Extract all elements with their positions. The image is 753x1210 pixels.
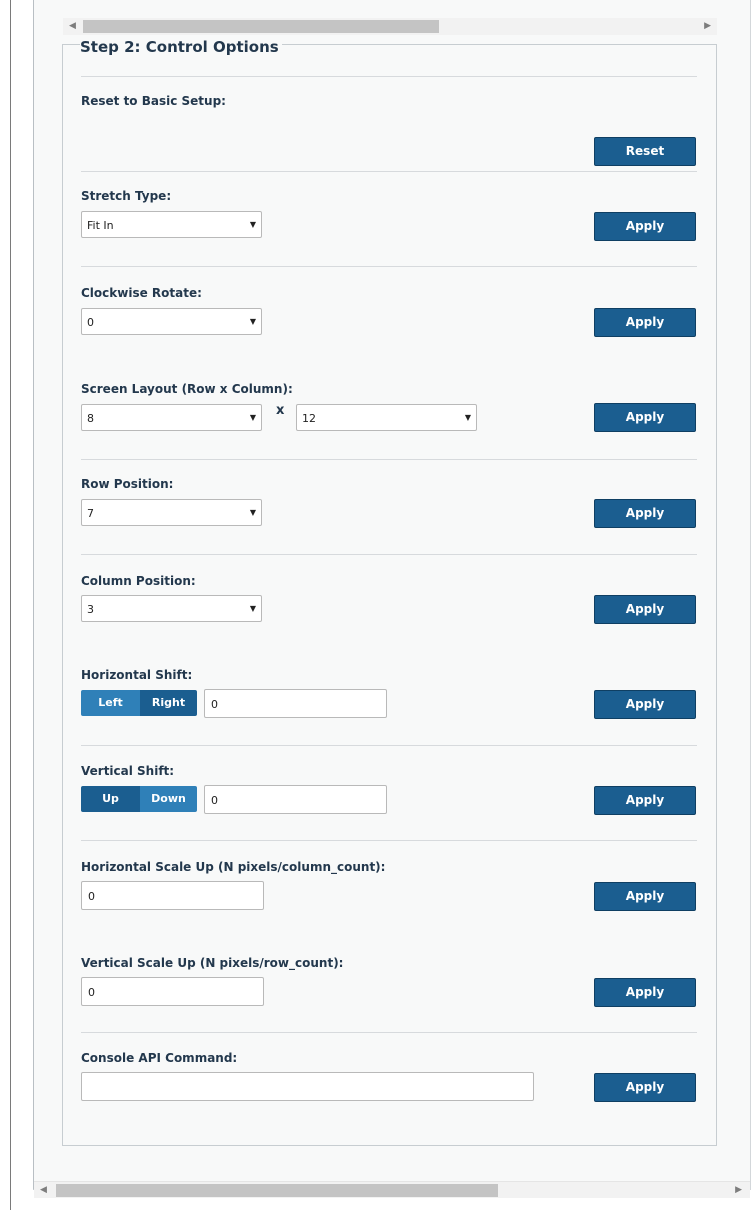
layout-apply-button[interactable]: Apply	[594, 403, 696, 432]
horizontal-shift-apply-button[interactable]: Apply	[594, 690, 696, 719]
console-apply-button[interactable]: Apply	[594, 1073, 696, 1102]
column-position-apply-button[interactable]: Apply	[594, 595, 696, 624]
reset-label: Reset to Basic Setup:	[81, 94, 226, 108]
column-position-select[interactable]: 3 ▼	[81, 595, 262, 622]
section-title: Step 2: Control Options	[80, 37, 282, 57]
horizontal-scale-apply-button[interactable]: Apply	[594, 882, 696, 911]
vertical-scale-apply-button[interactable]: Apply	[594, 978, 696, 1007]
rotate-select[interactable]: 0 ▼	[81, 308, 262, 335]
stretch-type-select[interactable]: Fit In ▼	[81, 211, 262, 238]
scroll-right-icon[interactable]: ▶	[735, 1184, 742, 1196]
layout-columns-value: 12	[302, 412, 316, 425]
shift-up-button[interactable]: Up	[81, 786, 140, 812]
horizontal-scale-value: 0	[88, 890, 95, 903]
row-position-label: Row Position:	[81, 477, 174, 491]
console-api-label: Console API Command:	[81, 1051, 238, 1065]
chevron-down-icon: ▼	[249, 413, 256, 422]
scroll-left-icon[interactable]: ◀	[69, 20, 76, 32]
divider	[81, 76, 697, 77]
vertical-shift-label: Vertical Shift:	[81, 764, 175, 778]
divider	[81, 554, 697, 555]
horizontal-shift-input[interactable]: 0	[204, 689, 387, 718]
divider	[81, 266, 697, 267]
shift-right-button[interactable]: Right	[140, 690, 197, 716]
chevron-down-icon: ▼	[249, 508, 256, 517]
chevron-down-icon: ▼	[249, 604, 256, 613]
scroll-right-icon[interactable]: ▶	[704, 20, 711, 32]
chevron-down-icon: ▼	[464, 413, 471, 422]
left-border-line	[10, 0, 11, 1210]
vertical-scale-input[interactable]: 0	[81, 977, 264, 1006]
vertical-shift-input[interactable]: 0	[204, 785, 387, 814]
column-position-label: Column Position:	[81, 574, 196, 588]
vertical-scale-label: Vertical Scale Up (N pixels/row_count):	[81, 956, 344, 970]
vertical-shift-value: 0	[211, 794, 218, 807]
row-position-select[interactable]: 7 ▼	[81, 499, 262, 526]
row-position-value: 7	[87, 507, 94, 520]
vertical-shift-apply-button[interactable]: Apply	[594, 786, 696, 815]
rotate-apply-button[interactable]: Apply	[594, 308, 696, 337]
divider	[81, 840, 697, 841]
chevron-down-icon: ▼	[249, 220, 256, 229]
bottom-horizontal-scrollbar[interactable]: ◀ ▶	[34, 1181, 750, 1198]
layout-rows-value: 8	[87, 412, 94, 425]
row-position-apply-button[interactable]: Apply	[594, 499, 696, 528]
horizontal-shift-label: Horizontal Shift:	[81, 668, 193, 682]
horizontal-shift-value: 0	[211, 698, 218, 711]
divider	[81, 1032, 697, 1033]
scrollbar-thumb[interactable]	[83, 20, 439, 33]
horizontal-scale-input[interactable]: 0	[81, 881, 264, 910]
divider	[81, 745, 697, 746]
scroll-left-icon[interactable]: ◀	[40, 1184, 47, 1196]
divider	[81, 459, 697, 460]
layout-x-separator: x	[276, 403, 285, 418]
vertical-scale-value: 0	[88, 986, 95, 999]
divider	[81, 171, 697, 172]
layout-columns-select[interactable]: 12 ▼	[296, 404, 477, 431]
top-horizontal-scrollbar[interactable]: ◀ ▶	[63, 18, 717, 35]
scrollbar-thumb[interactable]	[56, 1184, 498, 1197]
stretch-apply-button[interactable]: Apply	[594, 212, 696, 241]
horizontal-scale-label: Horizontal Scale Up (N pixels/column_cou…	[81, 860, 386, 874]
stretch-type-value: Fit In	[87, 219, 114, 232]
rotate-value: 0	[87, 316, 94, 329]
stretch-type-label: Stretch Type:	[81, 189, 172, 203]
column-position-value: 3	[87, 603, 94, 616]
console-api-input[interactable]	[81, 1072, 534, 1101]
screen-layout-label: Screen Layout (Row x Column):	[81, 382, 293, 396]
shift-left-button[interactable]: Left	[81, 690, 140, 716]
reset-button[interactable]: Reset	[594, 137, 696, 166]
chevron-down-icon: ▼	[249, 317, 256, 326]
rotate-label: Clockwise Rotate:	[81, 286, 202, 300]
shift-down-button[interactable]: Down	[140, 786, 197, 812]
layout-rows-select[interactable]: 8 ▼	[81, 404, 262, 431]
